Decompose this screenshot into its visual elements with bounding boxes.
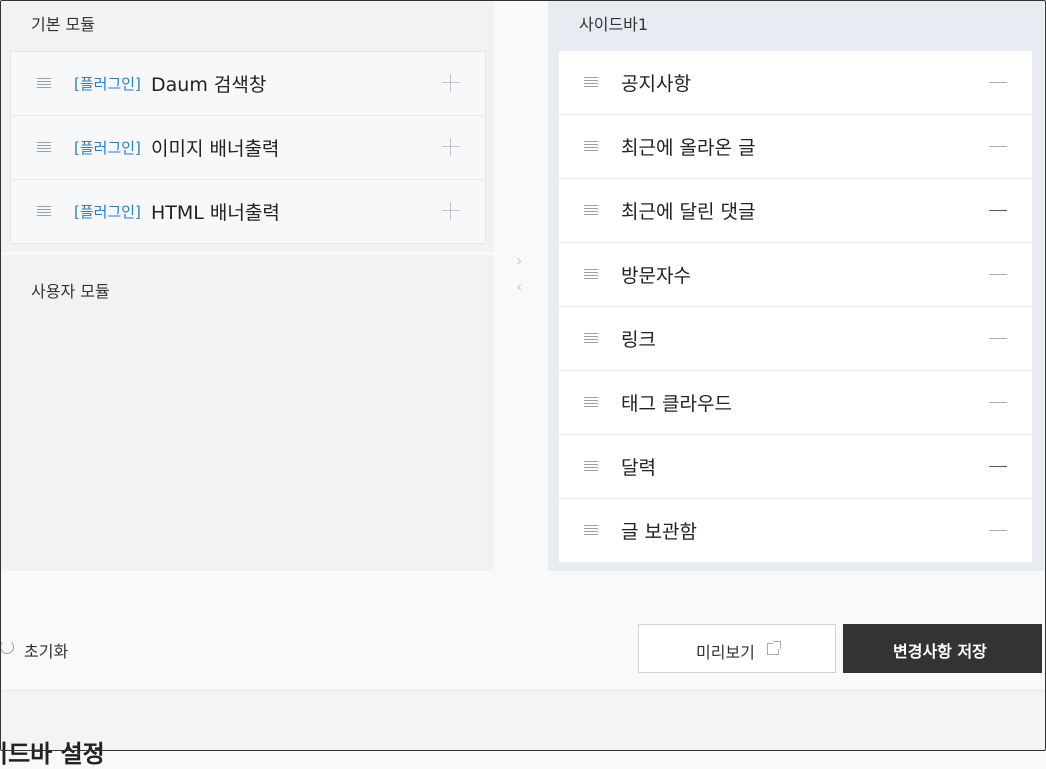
- settings-section: [0, 691, 1046, 751]
- basic-modules-list: [플러그인] Daum 검색창 [플러그인] 이미지 배너출력 [플러그인] H…: [10, 51, 486, 244]
- sidebar-item-label: 최근에 달린 댓글: [621, 201, 756, 223]
- sidebar-item-label: 최근에 올라온 글: [621, 137, 756, 159]
- drag-handle-icon[interactable]: [37, 142, 51, 153]
- minus-icon[interactable]: [989, 146, 1007, 147]
- sidebar-item-label: 방문자수: [621, 265, 691, 287]
- sidebar-item[interactable]: 최근에 달린 댓글: [559, 179, 1032, 243]
- drag-handle-icon[interactable]: [584, 461, 598, 472]
- plugin-tag: [플러그인]: [74, 75, 141, 93]
- sidebar-item[interactable]: 링크: [559, 307, 1032, 371]
- drag-handle-icon[interactable]: [584, 141, 598, 152]
- refresh-icon: [0, 640, 14, 654]
- module-item[interactable]: [플러그인] 이미지 배너출력: [11, 116, 485, 180]
- module-name: 이미지 배너출력: [151, 138, 280, 160]
- module-source-column: 기본 모듈 [플러그인] Daum 검색창 [플러그인] 이미지 배너출력 [플…: [0, 0, 494, 571]
- sidebar-title: 사이드바1: [579, 15, 649, 34]
- module-item[interactable]: [플러그인] Daum 검색창: [11, 52, 485, 116]
- drag-handle-icon[interactable]: [584, 77, 598, 88]
- drag-handle-icon[interactable]: [584, 205, 598, 216]
- plus-icon[interactable]: [442, 202, 460, 220]
- preview-button[interactable]: 미리보기: [638, 624, 836, 673]
- drag-handle-icon[interactable]: [584, 269, 598, 280]
- minus-icon[interactable]: [989, 338, 1007, 339]
- plugin-tag: [플러그인]: [74, 139, 141, 157]
- plugin-tag: [플러그인]: [74, 203, 141, 221]
- sidebar-item-label: 글 보관함: [621, 521, 697, 543]
- sidebar-item[interactable]: 글 보관함: [559, 499, 1032, 562]
- minus-icon[interactable]: [989, 402, 1007, 403]
- minus-icon[interactable]: [989, 274, 1007, 275]
- drag-handle-icon[interactable]: [37, 206, 51, 217]
- sidebar-item[interactable]: 공지사항: [559, 51, 1032, 115]
- sidebar-item-label: 태그 클라우드: [621, 393, 732, 415]
- sidebar-item[interactable]: 태그 클라우드: [559, 371, 1032, 435]
- sidebar-item[interactable]: 최근에 올라온 글: [559, 115, 1032, 179]
- basic-modules-panel: 기본 모듈 [플러그인] Daum 검색창 [플러그인] 이미지 배너출력 [플…: [0, 0, 494, 252]
- external-link-icon: [767, 641, 781, 655]
- minus-icon[interactable]: [989, 82, 1007, 83]
- preview-label: 미리보기: [696, 643, 755, 662]
- minus-icon[interactable]: [989, 466, 1007, 467]
- sidebar-item-label: 링크: [621, 329, 656, 351]
- sidebar-module-list: 공지사항 최근에 올라온 글 최근에 달린 댓글 방문자수 링크 태그 클라우드…: [559, 51, 1032, 562]
- chevron-right-icon: ›: [516, 251, 523, 270]
- reset-label: 초기화: [24, 642, 69, 661]
- drag-handle-icon[interactable]: [37, 78, 51, 89]
- plus-icon[interactable]: [442, 138, 460, 156]
- module-name: Daum 검색창: [151, 74, 267, 96]
- user-modules-title: 사용자 모듈: [31, 282, 110, 301]
- drag-handle-icon[interactable]: [584, 397, 598, 408]
- section-heading: 이드바 설정: [0, 740, 105, 768]
- minus-icon[interactable]: [989, 530, 1007, 531]
- save-label: 변경사항 저장: [893, 642, 987, 661]
- sidebar-item[interactable]: 달력: [559, 435, 1032, 499]
- user-modules-panel: [0, 255, 494, 571]
- minus-icon[interactable]: [989, 210, 1007, 211]
- basic-modules-title: 기본 모듈: [31, 15, 95, 34]
- module-item[interactable]: [플러그인] HTML 배너출력: [11, 180, 485, 243]
- chevron-left-icon: ‹: [516, 277, 523, 296]
- drag-handle-icon[interactable]: [584, 525, 598, 536]
- sidebar-item-label: 달력: [621, 457, 656, 479]
- drag-handle-icon[interactable]: [584, 333, 598, 344]
- plus-icon[interactable]: [442, 74, 460, 92]
- module-name: HTML 배너출력: [151, 202, 280, 224]
- save-changes-button[interactable]: 변경사항 저장: [843, 624, 1042, 673]
- sidebar-item-label: 공지사항: [621, 73, 691, 95]
- sidebar-item[interactable]: 방문자수: [559, 243, 1032, 307]
